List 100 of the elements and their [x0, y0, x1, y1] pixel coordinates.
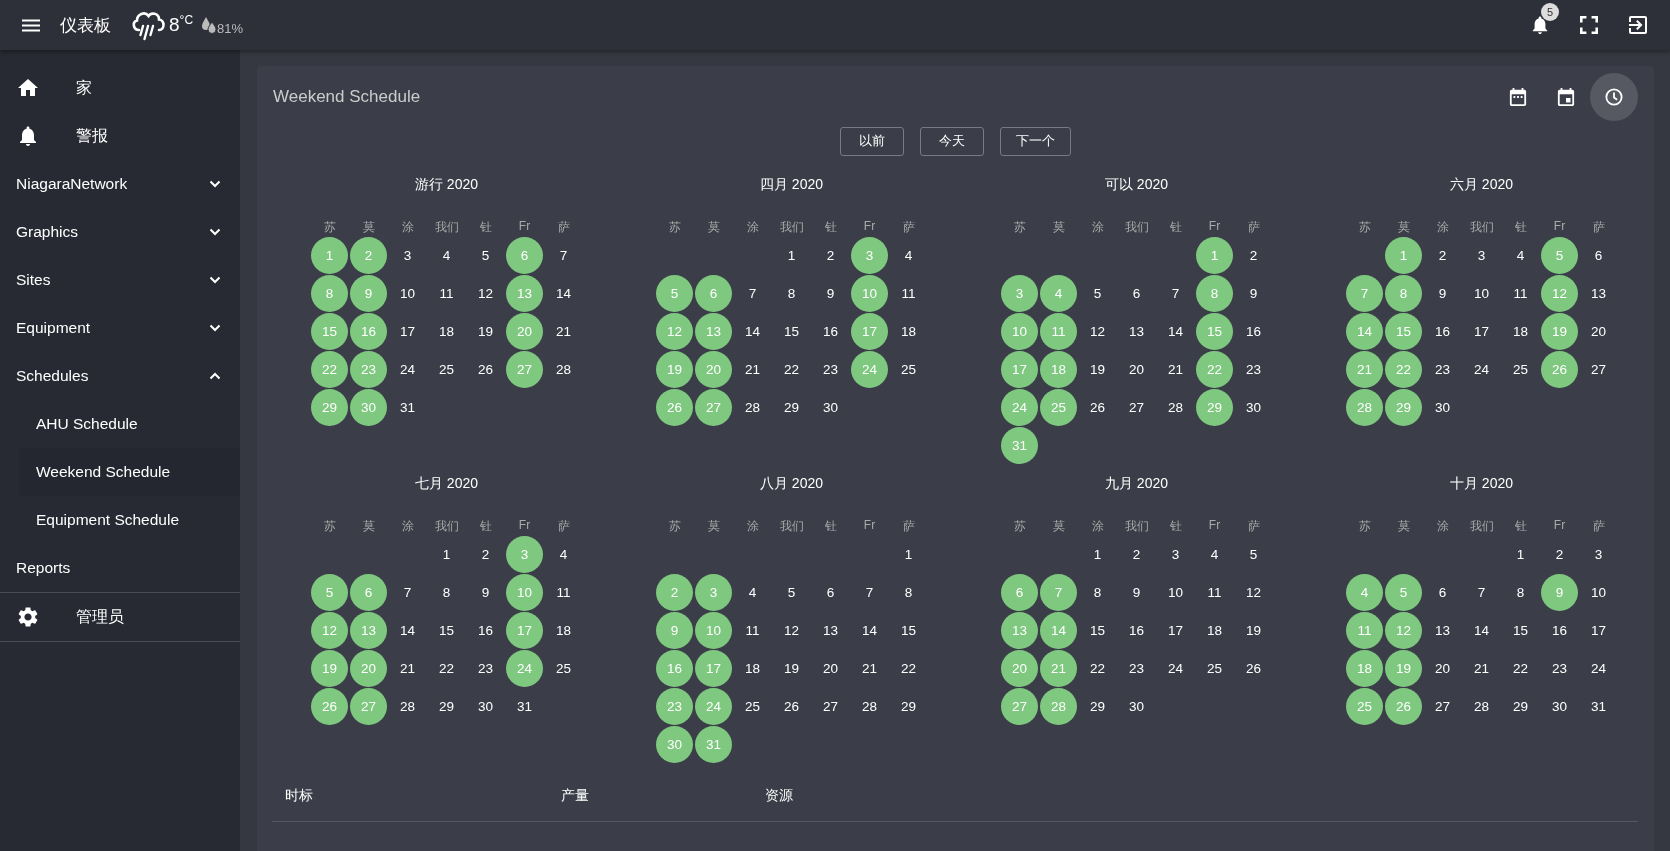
- calendar-day[interactable]: 7: [389, 573, 426, 611]
- calendar-day[interactable]: 9: [1118, 573, 1155, 611]
- notifications-icon[interactable]: [1531, 16, 1549, 34]
- calendar-day[interactable]: 17: [1463, 312, 1500, 350]
- calendar-day[interactable]: 22: [1502, 649, 1539, 687]
- calendar-day[interactable]: 14: [389, 611, 426, 649]
- calendar-day[interactable]: 16: [1118, 611, 1155, 649]
- calendar-day[interactable]: 30: [812, 388, 849, 426]
- calendar-day[interactable]: 15: [773, 312, 810, 350]
- calendar-day[interactable]: 29: [1502, 687, 1539, 725]
- calendar-day[interactable]: 22: [773, 350, 810, 388]
- calendar-day[interactable]: 3: [1580, 535, 1617, 573]
- calendar-day[interactable]: 25: [890, 350, 927, 388]
- calendar-day[interactable]: 14: [1157, 312, 1194, 350]
- calendar-day[interactable]: 27: [1118, 388, 1155, 426]
- calendar-day[interactable]: 13: [1424, 611, 1461, 649]
- calendar-day[interactable]: 6: [812, 573, 849, 611]
- calendar-day[interactable]: 23: [1118, 649, 1155, 687]
- calendar-day[interactable]: 29: [890, 687, 927, 725]
- calendar-day[interactable]: 11: [428, 274, 465, 312]
- calendar-day[interactable]: 30: [1424, 388, 1461, 426]
- calendar-day[interactable]: 10: [389, 274, 426, 312]
- calendar-day[interactable]: 20: [1118, 350, 1155, 388]
- sidebar-subitem[interactable]: AHU Schedule: [19, 400, 240, 448]
- calendar-day[interactable]: 4: [734, 573, 771, 611]
- calendar-day[interactable]: 20: [1580, 312, 1617, 350]
- calendar-day[interactable]: 17: [1157, 611, 1194, 649]
- calendar-day[interactable]: 10: [1463, 274, 1500, 312]
- calendar-day[interactable]: 17: [389, 312, 426, 350]
- calendar-day[interactable]: 30: [1118, 687, 1155, 725]
- calendar-day[interactable]: 2: [812, 236, 849, 274]
- calendar-day[interactable]: 27: [1580, 350, 1617, 388]
- calendar-day[interactable]: 14: [1463, 611, 1500, 649]
- calendar-day[interactable]: 21: [1157, 350, 1194, 388]
- calendar-day[interactable]: 29: [428, 687, 465, 725]
- calendar-day[interactable]: 5: [467, 236, 504, 274]
- calendar-day[interactable]: 25: [1502, 350, 1539, 388]
- calendar-day[interactable]: 23: [1424, 350, 1461, 388]
- calendar-day[interactable]: 1: [773, 236, 810, 274]
- calendar-day[interactable]: 9: [1235, 274, 1272, 312]
- calendar-day[interactable]: 7: [851, 573, 888, 611]
- calendar-day[interactable]: 11: [1502, 274, 1539, 312]
- calendar-day[interactable]: 11: [1196, 573, 1233, 611]
- menu-icon[interactable]: [22, 18, 40, 32]
- calendar-day[interactable]: 29: [773, 388, 810, 426]
- calendar-day[interactable]: 23: [1541, 649, 1578, 687]
- calendar-day[interactable]: 2: [1424, 236, 1461, 274]
- calendar-day[interactable]: 19: [1079, 350, 1116, 388]
- calendar-day[interactable]: 13: [1118, 312, 1155, 350]
- calendar-day[interactable]: 23: [1235, 350, 1272, 388]
- calendar-day[interactable]: 9: [812, 274, 849, 312]
- calendar-day[interactable]: 12: [467, 274, 504, 312]
- calendar-day[interactable]: 31: [1580, 687, 1617, 725]
- calendar-day[interactable]: 23: [812, 350, 849, 388]
- calendar-day[interactable]: 14: [851, 611, 888, 649]
- calendar-day[interactable]: 20: [1424, 649, 1461, 687]
- calendar-day[interactable]: 26: [1235, 649, 1272, 687]
- calendar-day[interactable]: 4: [1196, 535, 1233, 573]
- calendar-day[interactable]: 29: [1079, 687, 1116, 725]
- calendar-day[interactable]: 27: [1424, 687, 1461, 725]
- calendar-day[interactable]: 7: [1463, 573, 1500, 611]
- calendar-day[interactable]: 7: [734, 274, 771, 312]
- sidebar-group[interactable]: Equipment: [0, 304, 240, 352]
- calendar-day[interactable]: 16: [1541, 611, 1578, 649]
- calendar-day[interactable]: 6: [1424, 573, 1461, 611]
- calendar-day[interactable]: 16: [467, 611, 504, 649]
- calendar-day[interactable]: 3: [1463, 236, 1500, 274]
- calendar-day[interactable]: 2: [467, 535, 504, 573]
- calendar-day[interactable]: 8: [773, 274, 810, 312]
- calendar-day[interactable]: 22: [890, 649, 927, 687]
- calendar-day[interactable]: 9: [467, 573, 504, 611]
- calendar-day[interactable]: 22: [428, 649, 465, 687]
- calendar-day[interactable]: 19: [1235, 611, 1272, 649]
- calendar-day[interactable]: 22: [1079, 649, 1116, 687]
- calendar-day[interactable]: 21: [545, 312, 582, 350]
- nav-button[interactable]: 今天: [920, 127, 984, 156]
- calendar-day[interactable]: 31: [389, 388, 426, 426]
- calendar-day[interactable]: 28: [851, 687, 888, 725]
- calendar-day[interactable]: 30: [1541, 687, 1578, 725]
- calendar-day[interactable]: 15: [428, 611, 465, 649]
- calendar-day[interactable]: 27: [812, 687, 849, 725]
- calendar-day[interactable]: 25: [428, 350, 465, 388]
- calendar-day[interactable]: 5: [1235, 535, 1272, 573]
- calendar-day[interactable]: 4: [428, 236, 465, 274]
- calendar-day[interactable]: 16: [812, 312, 849, 350]
- sidebar-subitem[interactable]: Equipment Schedule: [19, 496, 240, 544]
- sidebar-group[interactable]: NiagaraNetwork: [0, 160, 240, 208]
- calendar-day[interactable]: 24: [1157, 649, 1194, 687]
- calendar-day[interactable]: 13: [812, 611, 849, 649]
- calendar-day[interactable]: 25: [734, 687, 771, 725]
- calendar-day[interactable]: 30: [467, 687, 504, 725]
- calendar-day[interactable]: 1: [428, 535, 465, 573]
- calendar-day[interactable]: 28: [389, 687, 426, 725]
- fullscreen-icon[interactable]: [1580, 16, 1598, 34]
- calendar-day[interactable]: 24: [389, 350, 426, 388]
- calendar-day[interactable]: 28: [545, 350, 582, 388]
- calendar-day[interactable]: 12: [1235, 573, 1272, 611]
- calendar-day[interactable]: 2: [1235, 236, 1272, 274]
- calendar-day[interactable]: 19: [467, 312, 504, 350]
- calendar-day[interactable]: 10: [1580, 573, 1617, 611]
